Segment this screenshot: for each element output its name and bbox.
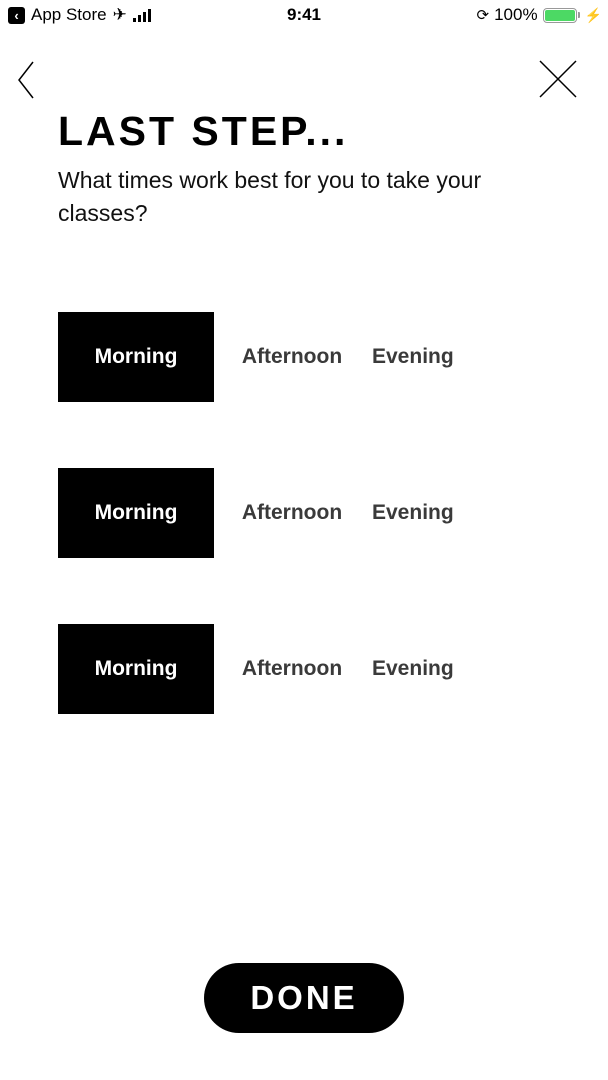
- close-button[interactable]: [536, 58, 580, 100]
- time-row-2: Morning Afternoon Evening: [58, 468, 528, 558]
- close-icon: [539, 60, 577, 98]
- back-button[interactable]: [14, 58, 40, 102]
- option-afternoon[interactable]: Afternoon: [214, 468, 370, 558]
- done-button[interactable]: DONE: [204, 963, 404, 1033]
- option-afternoon[interactable]: Afternoon: [214, 624, 370, 714]
- time-row-3: Morning Afternoon Evening: [58, 624, 528, 714]
- battery-percent: 100%: [494, 5, 538, 24]
- charging-icon: ⚡: [584, 6, 602, 23]
- option-morning[interactable]: Morning: [58, 468, 214, 558]
- chevron-left-icon: [18, 61, 34, 99]
- option-evening[interactable]: Evening: [370, 624, 528, 714]
- option-afternoon[interactable]: Afternoon: [214, 312, 370, 402]
- status-right: ⟳ 100% ⚡: [477, 5, 603, 25]
- option-evening[interactable]: Evening: [370, 468, 528, 558]
- status-bar: ‹ App Store ✈ 9:41 ⟳ 100% ⚡: [0, 0, 608, 32]
- page-subtitle: What times work best for you to take you…: [58, 167, 482, 226]
- battery-cap: [577, 12, 580, 18]
- option-morning[interactable]: Morning: [58, 624, 214, 714]
- option-evening[interactable]: Evening: [370, 312, 528, 402]
- option-morning[interactable]: Morning: [58, 312, 214, 402]
- time-row-1: Morning Afternoon Evening: [58, 312, 528, 402]
- page-title: LAST STEP...: [58, 108, 349, 154]
- battery-icon: [542, 7, 577, 23]
- orientation-lock-icon: ⟳: [476, 7, 490, 24]
